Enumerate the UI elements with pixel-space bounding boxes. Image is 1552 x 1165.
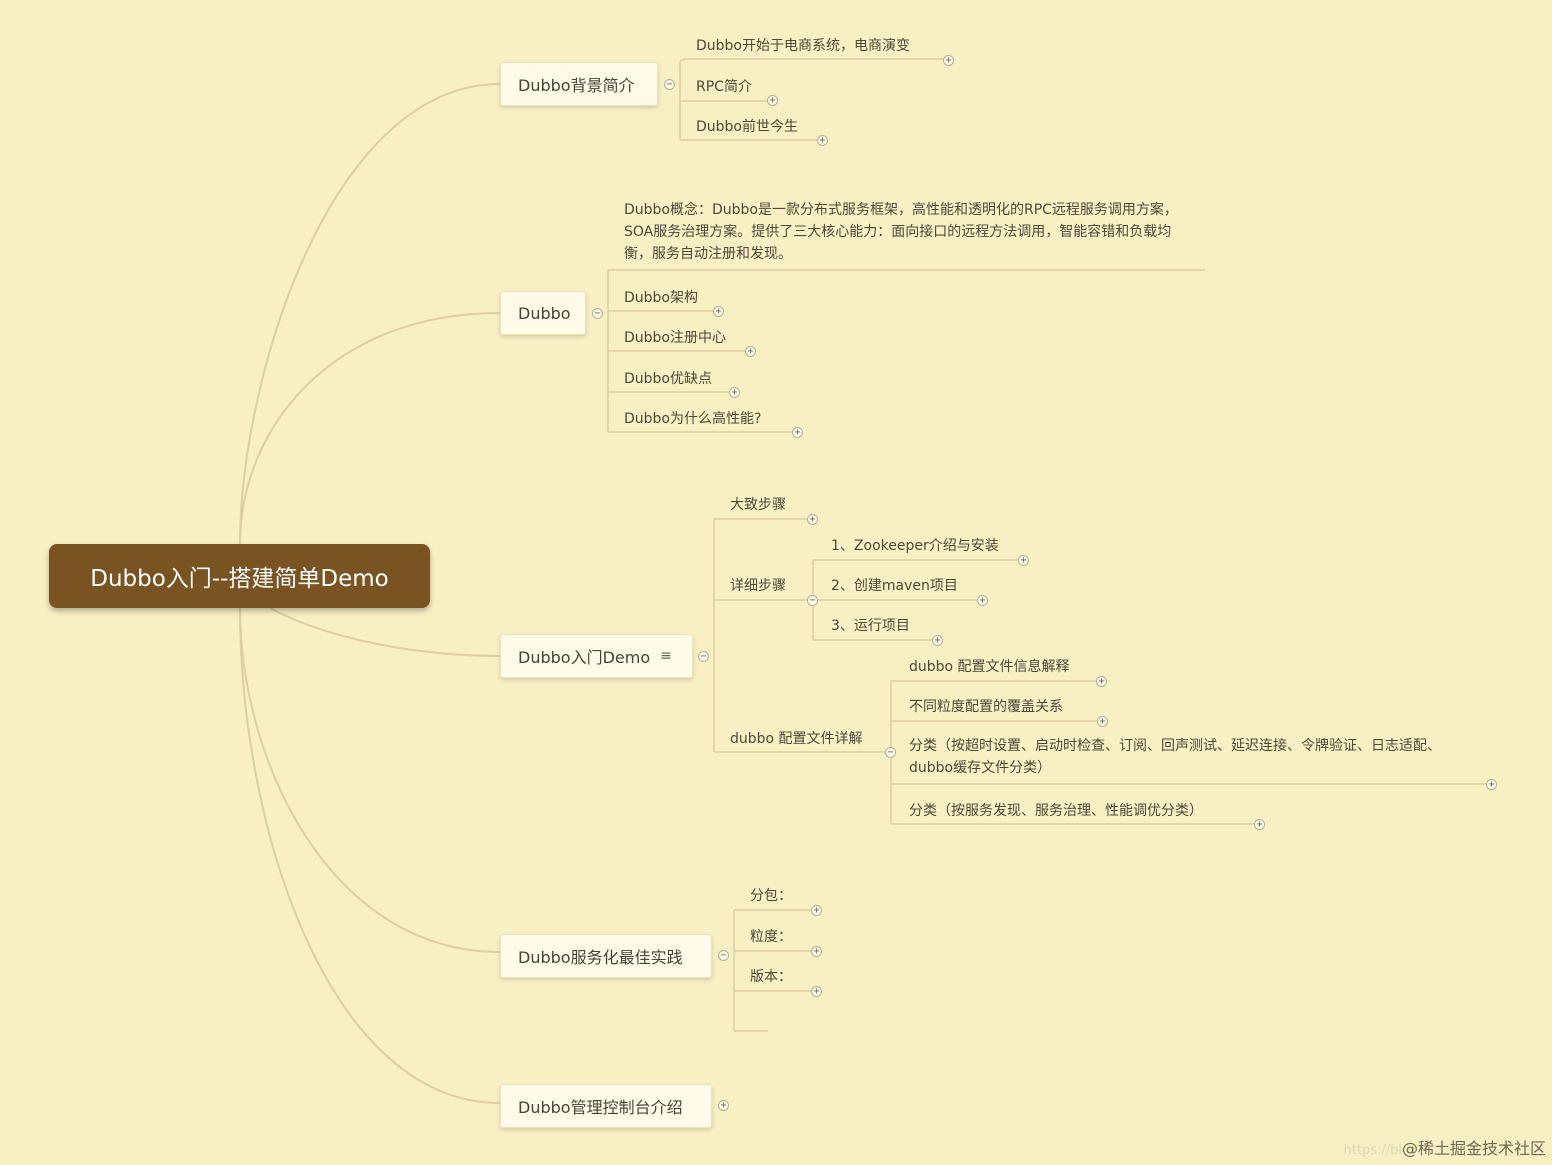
subtopic-config-details[interactable]: dubbo 配置文件详解: [730, 728, 863, 748]
branch-best-practice[interactable]: Dubbo服务化最佳实践: [500, 934, 712, 978]
branch-admin-console[interactable]: Dubbo管理控制台介绍: [500, 1084, 712, 1128]
config-info-explain[interactable]: dubbo 配置文件信息解释: [909, 656, 1070, 676]
expand-toggle-icon[interactable]: +: [718, 1100, 729, 1111]
expand-toggle-icon[interactable]: +: [767, 95, 778, 106]
collapse-toggle-icon[interactable]: −: [807, 595, 818, 606]
expand-toggle-icon[interactable]: +: [729, 387, 740, 398]
subtopic-rough-steps[interactable]: 大致步骤: [730, 494, 786, 514]
practice-packaging[interactable]: 分包：: [750, 885, 792, 905]
subtopic-dubbo-registry[interactable]: Dubbo注册中心: [624, 327, 726, 347]
branch-dubbo-demo[interactable]: Dubbo入门Demo ≡: [500, 634, 693, 678]
subtopic-dubbo-pros-cons[interactable]: Dubbo优缺点: [624, 368, 712, 388]
root-topic[interactable]: Dubbo入门--搭建简单Demo: [49, 544, 430, 608]
subtopic-dubbo-origin[interactable]: Dubbo开始于电商系统，电商演变: [696, 35, 910, 55]
expand-toggle-icon[interactable]: +: [977, 595, 988, 606]
collapse-toggle-icon[interactable]: −: [885, 747, 896, 758]
subtopic-dubbo-performance[interactable]: Dubbo为什么高性能?: [624, 408, 761, 428]
subtopic-rpc-intro[interactable]: RPC简介: [696, 76, 752, 96]
expand-toggle-icon[interactable]: +: [1096, 676, 1107, 687]
subtopic-detailed-steps[interactable]: 详细步骤: [730, 575, 786, 595]
config-category-governance[interactable]: 分类（按服务发现、服务治理、性能调优分类）: [909, 800, 1203, 820]
branch-label: Dubbo入门Demo: [518, 648, 651, 667]
config-category-feature[interactable]: 分类（按超时设置、启动时检查、订阅、回声测试、延迟连接、令牌验证、日志适配、du…: [909, 735, 1475, 779]
collapse-toggle-icon[interactable]: −: [664, 79, 675, 90]
expand-toggle-icon[interactable]: +: [943, 55, 954, 66]
practice-version[interactable]: 版本：: [750, 966, 792, 986]
expand-toggle-icon[interactable]: +: [807, 514, 818, 525]
config-override-relation[interactable]: 不同粒度配置的覆盖关系: [909, 696, 1063, 716]
expand-toggle-icon[interactable]: +: [1254, 819, 1265, 830]
notes-menu-icon[interactable]: ≡: [660, 648, 672, 664]
branch-dubbo-background[interactable]: Dubbo背景简介: [500, 62, 658, 106]
collapse-toggle-icon[interactable]: −: [718, 950, 729, 961]
expand-toggle-icon[interactable]: +: [792, 427, 803, 438]
expand-toggle-icon[interactable]: +: [745, 346, 756, 357]
watermark-url: https://bl: [1343, 1143, 1402, 1158]
expand-toggle-icon[interactable]: +: [811, 986, 822, 997]
watermark: https://bl@稀土掘金技术社区: [1344, 1135, 1546, 1159]
expand-toggle-icon[interactable]: +: [811, 946, 822, 957]
subtopic-dubbo-architecture[interactable]: Dubbo架构: [624, 287, 698, 307]
expand-toggle-icon[interactable]: +: [1018, 555, 1029, 566]
expand-toggle-icon[interactable]: +: [811, 905, 822, 916]
subtopic-dubbo-concept[interactable]: Dubbo概念：Dubbo是一款分布式服务框架，高性能和透明化的RPC远程服务调…: [624, 199, 1190, 265]
collapse-toggle-icon[interactable]: −: [592, 308, 603, 319]
step-create-maven[interactable]: 2、创建maven项目: [831, 575, 958, 595]
branch-label: Dubbo管理控制台介绍: [518, 1098, 683, 1117]
expand-toggle-icon[interactable]: +: [1486, 779, 1497, 790]
branch-label: Dubbo背景简介: [518, 76, 635, 95]
branch-label: Dubbo服务化最佳实践: [518, 948, 683, 967]
subtopic-dubbo-history[interactable]: Dubbo前世今生: [696, 116, 798, 136]
expand-toggle-icon[interactable]: +: [713, 306, 724, 317]
branch-label: Dubbo: [518, 303, 571, 323]
collapse-toggle-icon[interactable]: −: [698, 651, 709, 662]
branch-dubbo[interactable]: Dubbo: [500, 291, 586, 335]
practice-granularity[interactable]: 粒度：: [750, 926, 792, 946]
expand-toggle-icon[interactable]: +: [1097, 716, 1108, 727]
watermark-brand: @稀土掘金技术社区: [1401, 1139, 1546, 1158]
expand-toggle-icon[interactable]: +: [817, 135, 828, 146]
expand-toggle-icon[interactable]: +: [932, 635, 943, 646]
step-run-project[interactable]: 3、运行项目: [831, 615, 910, 635]
step-zookeeper[interactable]: 1、Zookeeper介绍与安装: [831, 535, 999, 555]
